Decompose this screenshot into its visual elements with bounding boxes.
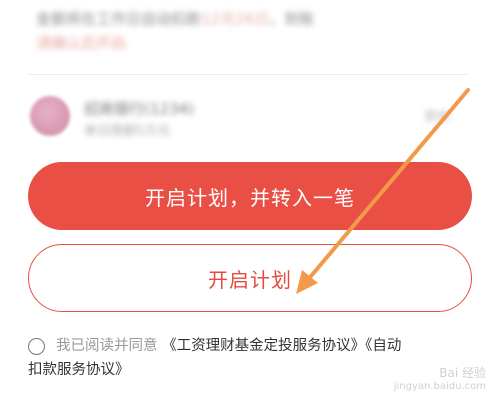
annotation-arrow: [296, 88, 470, 294]
watermark-line1: Bai 经验: [439, 366, 486, 380]
watermark-line2: jingyan.baidu.com: [393, 381, 486, 392]
annotation-arrow-shaft: [304, 88, 470, 284]
watermark: Bai 经验 jingyan.baidu.com: [394, 367, 486, 393]
